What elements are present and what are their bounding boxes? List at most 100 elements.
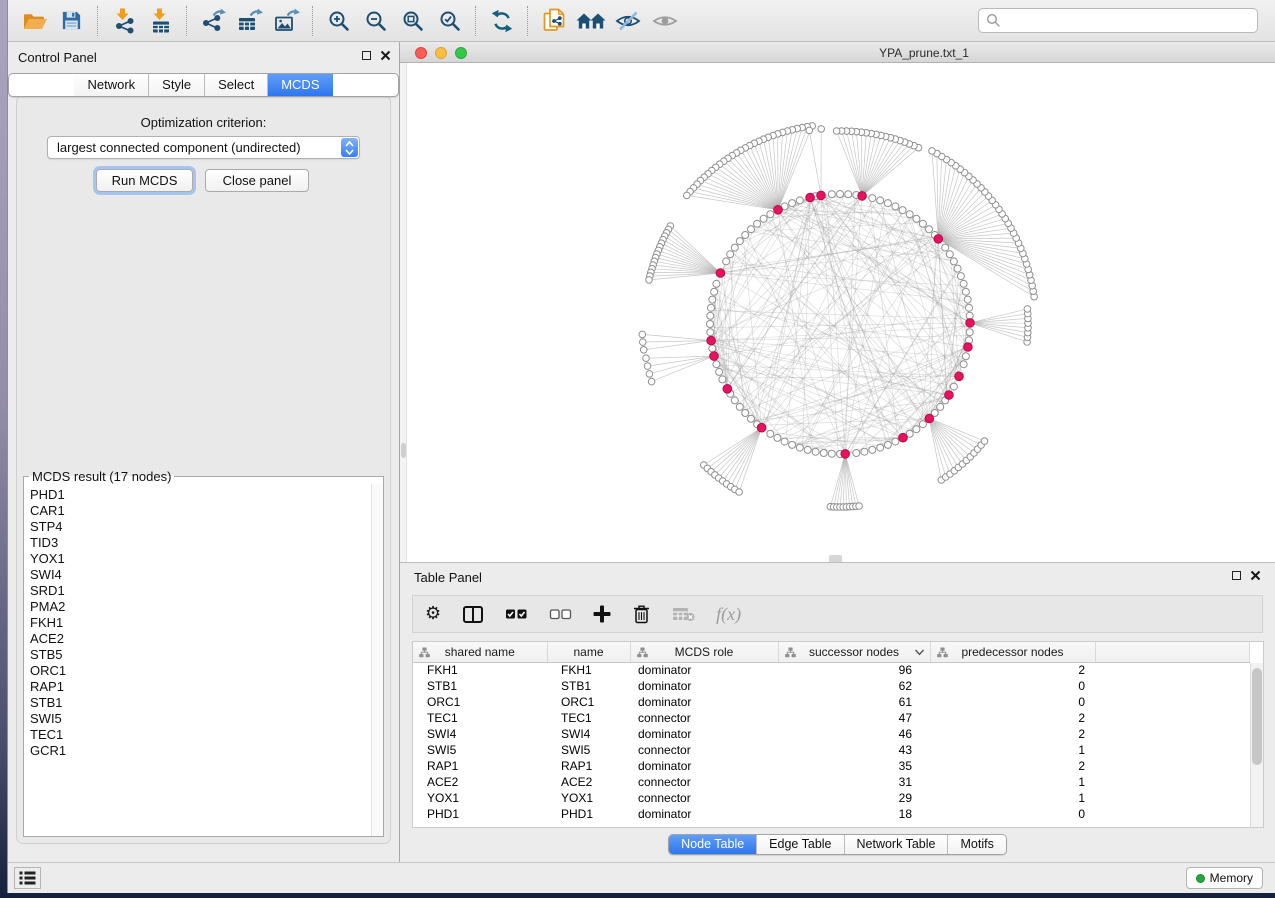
cell-predecessor-nodes[interactable]: 1 xyxy=(930,790,1095,806)
mcds-result-item[interactable]: PMA2 xyxy=(30,599,371,615)
mcds-result-item[interactable]: SRD1 xyxy=(30,583,371,599)
cell-name[interactable]: STB1 xyxy=(547,678,630,694)
cell-shared-name[interactable]: SWI5 xyxy=(413,742,547,758)
table-row[interactable]: YOX1YOX1connector291 xyxy=(413,790,1250,806)
network-graph[interactable] xyxy=(400,63,1275,562)
cell-predecessor-nodes[interactable]: 1 xyxy=(930,774,1095,790)
cell-name[interactable]: FKH1 xyxy=(547,662,630,678)
first-neighbors-button[interactable] xyxy=(572,5,609,37)
cell-successor-nodes[interactable]: 31 xyxy=(778,774,930,790)
cell-successor-nodes[interactable]: 61 xyxy=(778,694,930,710)
window-minimize-button[interactable] xyxy=(435,47,447,59)
cell-shared-name[interactable]: ORC1 xyxy=(413,694,547,710)
window-close-button[interactable] xyxy=(415,47,427,59)
table-tab-network-table[interactable]: Network Table xyxy=(844,835,948,854)
cell-name[interactable]: ORC1 xyxy=(547,694,630,710)
table-row[interactable]: STB1STB1dominator620 xyxy=(413,678,1250,694)
cell-predecessor-nodes[interactable]: 0 xyxy=(930,806,1095,822)
export-network-button[interactable] xyxy=(194,5,231,37)
control-tab-network[interactable]: Network xyxy=(74,74,148,96)
table-row[interactable]: RAP1RAP1dominator352 xyxy=(413,758,1250,774)
cell-mcds-role[interactable]: dominator xyxy=(630,662,778,678)
cell-shared-name[interactable]: ACE2 xyxy=(413,774,547,790)
cell-name[interactable]: YOX1 xyxy=(547,790,630,806)
cell-shared-name[interactable]: YOX1 xyxy=(413,790,547,806)
cell-name[interactable]: TEC1 xyxy=(547,710,630,726)
column-header-name[interactable]: name xyxy=(547,642,630,662)
cell-predecessor-nodes[interactable]: 1 xyxy=(930,742,1095,758)
table-vertical-scrollbar[interactable] xyxy=(1250,663,1263,827)
table-row[interactable]: ORC1ORC1dominator610 xyxy=(413,694,1250,710)
table-row[interactable]: ACE2ACE2connector311 xyxy=(413,774,1250,790)
table-tab-node-table[interactable]: Node Table xyxy=(669,835,756,854)
close-panel-button[interactable]: Close panel xyxy=(205,169,309,192)
mcds-result-item[interactable]: ACE2 xyxy=(30,631,371,647)
cell-shared-name[interactable]: PHD1 xyxy=(413,806,547,822)
mcds-result-item[interactable]: STB1 xyxy=(30,695,371,711)
cell-successor-nodes[interactable]: 35 xyxy=(778,758,930,774)
float-panel-icon[interactable] xyxy=(362,51,371,60)
memory-button[interactable]: Memory xyxy=(1186,867,1263,889)
delete-table-button[interactable] xyxy=(672,606,695,622)
hide-selected-button[interactable] xyxy=(609,5,646,37)
delete-row-button[interactable] xyxy=(632,604,651,624)
cell-predecessor-nodes[interactable]: 2 xyxy=(930,662,1095,678)
cell-successor-nodes[interactable]: 96 xyxy=(778,662,930,678)
cell-mcds-role[interactable]: dominator xyxy=(630,806,778,822)
cell-shared-name[interactable]: RAP1 xyxy=(413,758,547,774)
mcds-result-item[interactable]: GCR1 xyxy=(30,743,371,759)
show-columns-button[interactable] xyxy=(462,605,484,624)
cell-mcds-role[interactable]: dominator xyxy=(630,726,778,742)
mcds-result-item[interactable]: SWI4 xyxy=(30,567,371,583)
mcds-result-item[interactable]: YOX1 xyxy=(30,551,371,567)
close-panel-icon[interactable] xyxy=(1250,570,1261,581)
optimization-criterion-select[interactable]: largest connected component (undirected) xyxy=(47,136,360,159)
mcds-result-item[interactable]: CAR1 xyxy=(30,503,371,519)
zoom-out-button[interactable] xyxy=(357,5,394,37)
deselect-all-button[interactable] xyxy=(549,605,572,623)
run-mcds-button[interactable]: Run MCDS xyxy=(96,169,193,192)
table-tab-motifs[interactable]: Motifs xyxy=(947,835,1005,854)
select-all-button[interactable] xyxy=(505,605,528,623)
cell-predecessor-nodes[interactable]: 0 xyxy=(930,678,1095,694)
mcds-result-item[interactable]: PHD1 xyxy=(30,487,371,503)
mcds-result-item[interactable]: FKH1 xyxy=(30,615,371,631)
cell-name[interactable]: PHD1 xyxy=(547,806,630,822)
cell-mcds-role[interactable]: dominator xyxy=(630,758,778,774)
table-row[interactable]: TEC1TEC1connector472 xyxy=(413,710,1250,726)
table-row[interactable]: SWI5SWI5connector431 xyxy=(413,742,1250,758)
mcds-result-item[interactable]: TID3 xyxy=(30,535,371,551)
cell-successor-nodes[interactable]: 18 xyxy=(778,806,930,822)
mcds-list-scrollbar[interactable] xyxy=(371,484,383,836)
table-settings-button[interactable]: ⚙ xyxy=(425,605,441,623)
cell-name[interactable]: RAP1 xyxy=(547,758,630,774)
import-table-button[interactable] xyxy=(142,5,179,37)
show-all-button[interactable] xyxy=(646,5,683,37)
search-input[interactable] xyxy=(1001,10,1257,31)
cell-mcds-role[interactable]: dominator xyxy=(630,694,778,710)
export-table-button[interactable] xyxy=(231,5,268,37)
mcds-result-item[interactable]: RAP1 xyxy=(30,679,371,695)
function-builder-button[interactable]: f(x) xyxy=(716,604,741,625)
save-session-button[interactable] xyxy=(53,5,90,37)
mcds-result-item[interactable]: STP4 xyxy=(30,519,371,535)
search-field[interactable] xyxy=(978,8,1258,33)
network-vertical-scrollbar[interactable] xyxy=(400,63,407,562)
mcds-result-item[interactable]: ORC1 xyxy=(30,663,371,679)
control-tab-select[interactable]: Select xyxy=(204,74,267,96)
control-tab-mcds[interactable]: MCDS xyxy=(267,74,332,96)
table-tab-edge-table[interactable]: Edge Table xyxy=(756,835,843,854)
mcds-result-item[interactable]: STB5 xyxy=(30,647,371,663)
clone-network-button[interactable] xyxy=(535,5,572,37)
cell-shared-name[interactable]: SWI4 xyxy=(413,726,547,742)
cell-successor-nodes[interactable]: 46 xyxy=(778,726,930,742)
table-row[interactable]: PHD1PHD1dominator180 xyxy=(413,806,1250,822)
cell-shared-name[interactable]: FKH1 xyxy=(413,662,547,678)
column-header-successor-nodes[interactable]: successor nodes xyxy=(778,642,930,662)
column-header-predecessor-nodes[interactable]: predecessor nodes xyxy=(930,642,1095,662)
panel-menu-button[interactable] xyxy=(14,867,41,889)
cell-successor-nodes[interactable]: 62 xyxy=(778,678,930,694)
cell-shared-name[interactable]: STB1 xyxy=(413,678,547,694)
cell-name[interactable]: ACE2 xyxy=(547,774,630,790)
import-network-button[interactable] xyxy=(105,5,142,37)
